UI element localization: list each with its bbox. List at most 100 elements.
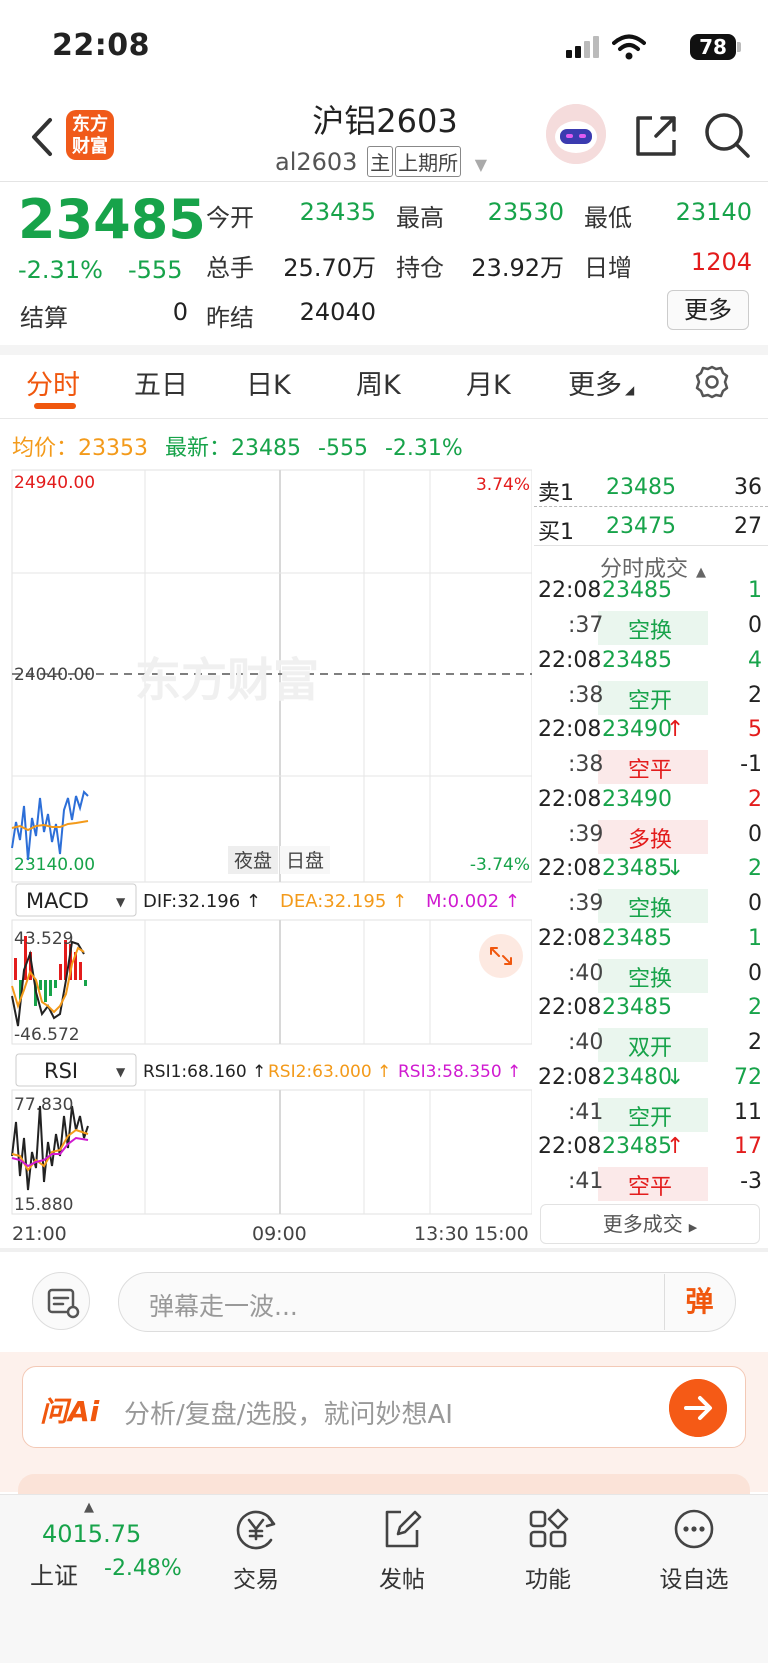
trade-sub-volume: 0 (748, 821, 762, 847)
trade-volume: 1 (748, 578, 762, 603)
trade-time: 22:08 (538, 647, 602, 673)
night-session-label: 夜盘 (234, 850, 272, 872)
pct-bottom-label: -3.74% (470, 855, 530, 875)
rsi2-value: RSI2:63.000 ↑ (268, 1062, 391, 1082)
trade-arrow: ↓ (666, 856, 685, 881)
tab-post[interactable]: 发帖 (342, 1500, 462, 1593)
change-percent: -2.31% (18, 256, 103, 284)
trade-sub-volume: 0 (748, 891, 762, 916)
trade-type: 多换 (628, 827, 673, 853)
tab-weekly-k[interactable]: 周K (356, 363, 401, 402)
trade-time: 22:08 (538, 1064, 602, 1090)
trade-arrow: ↓ (666, 1064, 685, 1090)
change-amount: -555 (128, 256, 183, 284)
trade-type: 空换 (628, 897, 673, 922)
rsi-frame (11, 1089, 532, 1215)
danmu-send-button[interactable]: 弹 (664, 1274, 734, 1330)
latest-percent: -2.31% (384, 436, 463, 461)
trade-time: 22:08 (538, 717, 602, 742)
settlement-value: 0 (172, 298, 188, 326)
pct-top-label: 3.74% (476, 475, 530, 495)
tab-functions[interactable]: 功能 (488, 1500, 608, 1593)
trade-price: 23480 (602, 1064, 672, 1090)
tab-more[interactable]: 更多 ◢ (568, 363, 634, 402)
more-quote-button[interactable]: 更多 (667, 290, 749, 330)
back-arrow-icon[interactable] (24, 112, 64, 162)
trade-sub-time: :39 (568, 891, 604, 916)
daily-increase-label: 日增 (584, 254, 632, 282)
trade-arrow: ↑ (666, 717, 685, 742)
trade-volume: 4 (748, 647, 762, 673)
trade-price: 23485 (602, 578, 672, 603)
trade-sub-time: :37 (568, 613, 604, 638)
rsi-top-label: 77.830 (14, 1095, 73, 1115)
share-icon[interactable] (632, 112, 680, 160)
index-percent: -2.48% (104, 1556, 182, 1581)
latest-label: 最新： (165, 436, 232, 461)
tab-intraday[interactable]: 分时 (26, 363, 80, 402)
macd-m: M:0.002 ↑ (426, 891, 520, 912)
danmu-settings-icon[interactable] (32, 1272, 90, 1330)
trade-sub-volume: -3 (740, 1169, 762, 1194)
signal-icon (566, 36, 599, 58)
y-bottom-label: 23140.00 (14, 855, 95, 875)
index-value[interactable]: 4015.75 (42, 1520, 141, 1548)
more-trades-button[interactable]: 更多成交 ▶ (540, 1204, 760, 1244)
trade-price: 23485 (602, 856, 672, 881)
tabs-divider (0, 418, 768, 419)
ai-input-placeholder[interactable]: 分析/复盘/选股，就问妙想AI (124, 1394, 453, 1431)
gear-icon[interactable] (694, 364, 730, 400)
trade-sub-time: :38 (568, 682, 604, 708)
trade-time: 22:08 (538, 856, 602, 881)
trade-volume: 1 (748, 925, 762, 951)
sell1-volume: 36 (734, 475, 762, 500)
caret-right-icon: ▶ (688, 1221, 698, 1234)
day-session-label: 日盘 (286, 850, 324, 872)
arrow-right-icon[interactable] (669, 1379, 727, 1437)
volume-value: 25.70万 (283, 254, 376, 282)
price-info-line: 均价：23353 最新：23485 -555 -2.31% (12, 430, 463, 462)
tab-add-watchlist[interactable]: 设自选 (634, 1500, 754, 1593)
trade-volume: 17 (734, 1134, 762, 1159)
buy1-label: 买1 (538, 520, 574, 545)
chevron-down-icon: ▼ (474, 155, 488, 174)
open-interest-label: 持仓 (396, 254, 444, 282)
trade-type: 空换 (628, 966, 673, 992)
daily-increase-value: 1204 (690, 248, 752, 276)
danmu-input[interactable]: 弹幕走一波... (118, 1272, 736, 1332)
trade-price: 23485 (602, 925, 672, 951)
ai-robot-avatar-icon[interactable] (546, 104, 606, 164)
contract-title: 沪铝2603 (312, 102, 458, 140)
tab-trade[interactable]: 交易 (196, 1500, 316, 1593)
intraday-chart[interactable]: 东方财富 24940.00 24040.00 23140.00 3.74% -3… (0, 466, 532, 1248)
avg-price-label: 均价： (12, 436, 79, 461)
edit-post-icon (385, 1510, 422, 1548)
trade-sub-time: :39 (568, 821, 604, 847)
rsi-bottom-label: 15.880 (14, 1195, 73, 1215)
trade-price: 23485 (602, 647, 672, 673)
rsi3-value: RSI3:58.350 ↑ (398, 1062, 521, 1082)
high-value: 23530 (487, 198, 564, 226)
y-top-label: 24940.00 (14, 473, 95, 493)
tab-monthly-k[interactable]: 月K (466, 363, 511, 402)
macd-dea: DEA:32.195 ↑ (280, 891, 407, 912)
expand-icon[interactable] (479, 934, 523, 978)
tab-functions-label: 功能 (525, 1567, 571, 1593)
caret-down-icon: ▼ (116, 1065, 126, 1079)
contract-code-row[interactable]: al2603 主上期所 ▼ (275, 146, 487, 177)
tab-add-watchlist-label: 设自选 (659, 1567, 729, 1593)
tab-five-day[interactable]: 五日 (134, 363, 188, 402)
trade-price: 23485 (602, 995, 672, 1020)
macd-frame (11, 919, 532, 1045)
search-icon[interactable] (702, 110, 752, 160)
contract-code: al2603 (275, 148, 358, 176)
trade-price: 23490 (602, 786, 672, 812)
tab-more-label: 更多 (568, 370, 622, 401)
danmu-settings-glyph (47, 1288, 80, 1319)
app-logo[interactable]: 东方财富 (66, 110, 114, 160)
main-contract-tag: 主 (367, 146, 394, 177)
index-name[interactable]: 上证 (30, 1556, 78, 1591)
trade-sub-volume: 11 (734, 1099, 762, 1125)
tab-daily-k[interactable]: 日K (246, 363, 291, 402)
book-divider (534, 506, 768, 507)
